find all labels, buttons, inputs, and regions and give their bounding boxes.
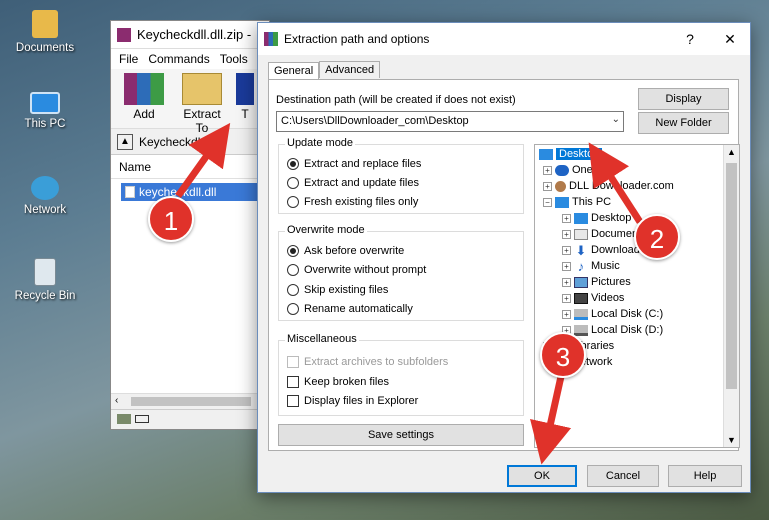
arrow-1 bbox=[175, 122, 231, 199]
step-badge-1: 1 bbox=[148, 196, 194, 242]
arrow-2 bbox=[588, 142, 643, 224]
annotation-arrows bbox=[175, 122, 643, 465]
arrow-3 bbox=[530, 371, 572, 465]
step-badge-3: 3 bbox=[540, 332, 586, 378]
step-badge-2: 2 bbox=[634, 214, 680, 260]
tab-general[interactable]: General bbox=[268, 62, 320, 79]
